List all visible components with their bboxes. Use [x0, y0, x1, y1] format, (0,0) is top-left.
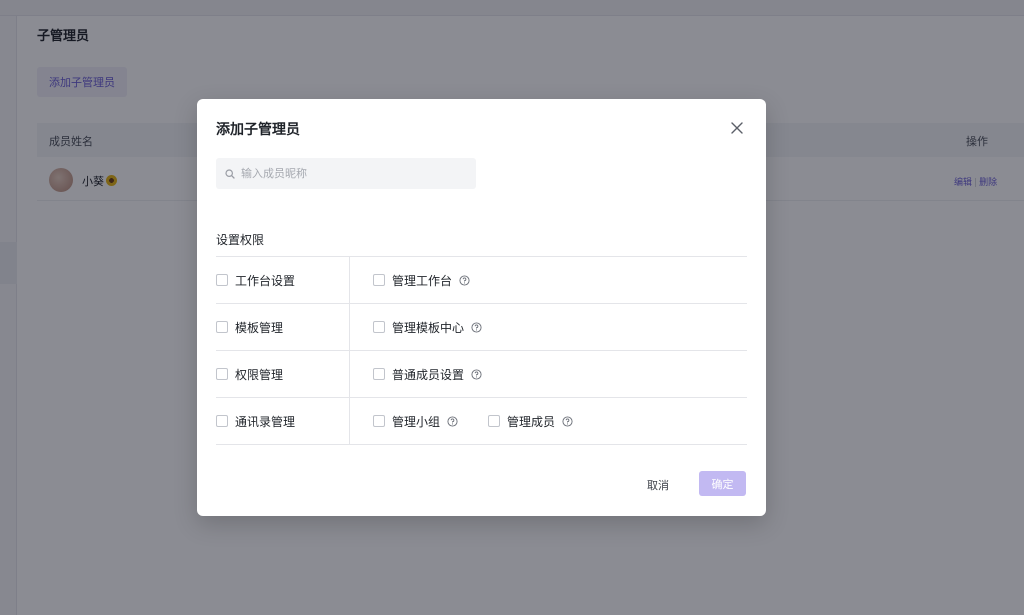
permission-group-cell: 通讯录管理: [216, 398, 350, 444]
checkbox-label: 普通成员设置: [392, 367, 465, 382]
permission-member-settings[interactable]: 普通成员设置: [373, 366, 482, 383]
permission-group-workbench-settings[interactable]: 工作台设置: [216, 272, 295, 289]
permissions-table: 工作台设置 管理工作台 模板管理 管理模板中心 权限管理 普通成员设置 通讯录管…: [216, 256, 747, 445]
checkbox-label: 管理工作台: [392, 273, 453, 288]
member-search-input[interactable]: [241, 167, 461, 180]
permission-manage-workbench[interactable]: 管理工作台: [373, 272, 470, 289]
search-box[interactable]: [216, 158, 476, 189]
permission-group-cell: 权限管理: [216, 351, 350, 397]
checkbox-label: 工作台设置: [235, 273, 296, 288]
permission-group-template-management[interactable]: 模板管理: [216, 319, 283, 336]
help-circle-icon[interactable]: [562, 415, 573, 427]
checkbox-label: 通讯录管理: [235, 414, 296, 429]
checkbox-label: 权限管理: [235, 367, 284, 382]
checkbox[interactable]: [373, 274, 385, 286]
close-button[interactable]: [728, 119, 746, 137]
checkbox[interactable]: [373, 368, 385, 380]
close-icon: [731, 122, 743, 134]
permissions-section-label: 设置权限: [216, 233, 265, 247]
permission-row: 模板管理 管理模板中心: [216, 304, 747, 351]
permission-group-cell: 模板管理: [216, 304, 350, 350]
checkbox[interactable]: [216, 321, 228, 333]
permission-group-cell: 工作台设置: [216, 257, 350, 303]
dialog-title: 添加子管理员: [216, 122, 300, 138]
checkbox-label: 管理小组: [392, 414, 441, 429]
help-circle-icon[interactable]: [471, 368, 482, 380]
confirm-button[interactable]: 确定: [699, 471, 746, 496]
permission-children-cell: 管理小组 管理成员: [373, 398, 603, 444]
checkbox[interactable]: [216, 368, 228, 380]
permission-manage-template-center[interactable]: 管理模板中心: [373, 319, 482, 336]
checkbox[interactable]: [488, 415, 501, 427]
add-sub-admin-dialog: 添加子管理员 设置权限 工作台设置 管理工作台: [197, 99, 766, 516]
checkbox[interactable]: [373, 321, 385, 333]
permission-row: 通讯录管理 管理小组 管理成员: [216, 398, 747, 445]
permission-children-cell: 普通成员设置: [373, 351, 512, 397]
permission-manage-groups[interactable]: 管理小组: [373, 413, 458, 430]
permission-group-permission-management[interactable]: 权限管理: [216, 366, 283, 383]
permission-row: 工作台设置 管理工作台: [216, 257, 747, 304]
permission-manage-members[interactable]: 管理成员: [488, 413, 573, 430]
permission-row: 权限管理 普通成员设置: [216, 351, 747, 398]
checkbox-label: 管理模板中心: [392, 320, 465, 335]
checkbox-label: 管理成员: [507, 414, 556, 429]
checkbox-label: 模板管理: [235, 320, 284, 335]
checkbox[interactable]: [373, 415, 385, 427]
help-circle-icon[interactable]: [459, 274, 470, 286]
help-circle-icon[interactable]: [471, 321, 482, 333]
cancel-button[interactable]: 取消: [634, 473, 682, 497]
checkbox[interactable]: [216, 274, 228, 286]
help-circle-icon[interactable]: [447, 415, 458, 427]
permission-children-cell: 管理模板中心: [373, 304, 512, 350]
permission-children-cell: 管理工作台: [373, 257, 500, 303]
permission-group-contacts-management[interactable]: 通讯录管理: [216, 413, 295, 430]
checkbox[interactable]: [216, 415, 228, 427]
search-icon: [225, 168, 235, 179]
